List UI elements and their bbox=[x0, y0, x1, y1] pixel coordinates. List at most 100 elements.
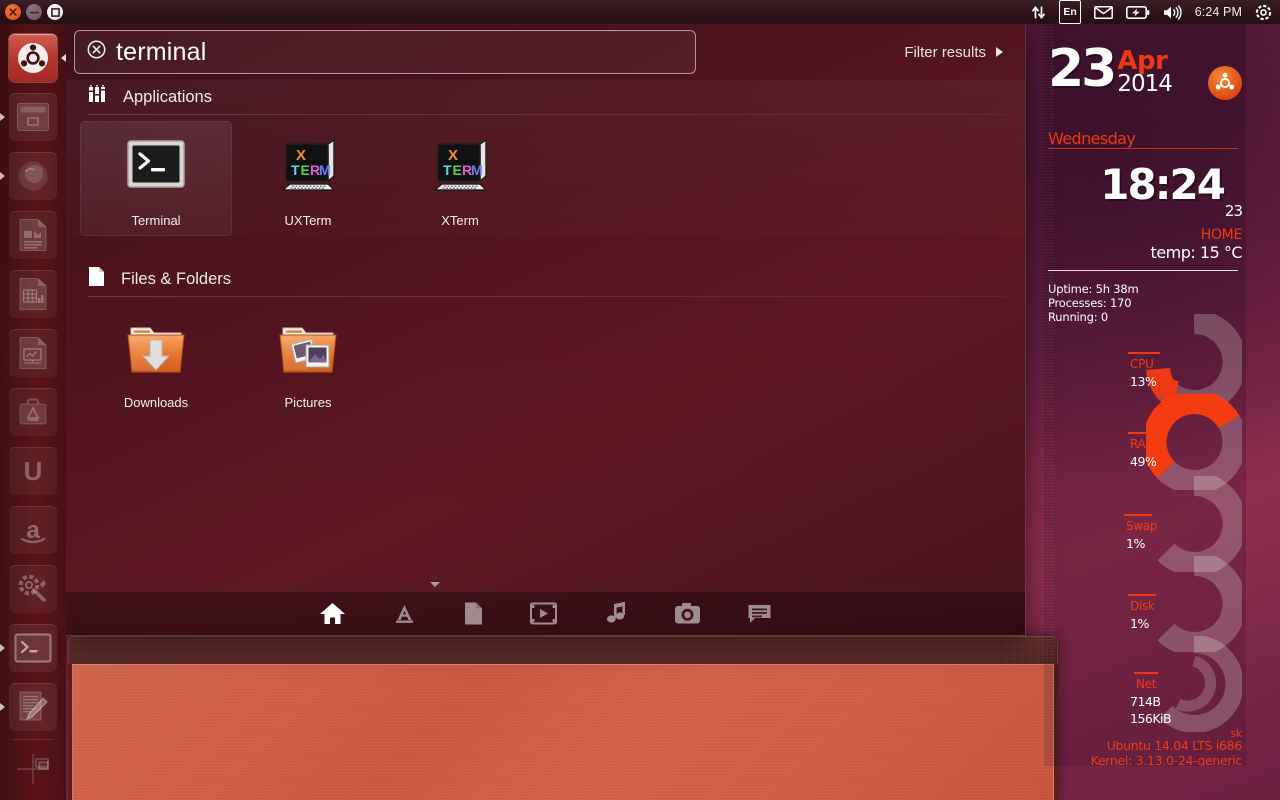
conky-gauge-swap: Swap 1% bbox=[1044, 476, 1242, 558]
category-header-files-and-folders[interactable]: Files & Folders bbox=[66, 262, 1025, 296]
launcher-item-libreoffice-writer[interactable] bbox=[0, 205, 66, 264]
result-label: XTerm bbox=[441, 213, 479, 228]
conky-gauge-value: 49% bbox=[1130, 454, 1156, 469]
dash-lens-bar bbox=[66, 591, 1025, 635]
network-icon[interactable] bbox=[1031, 0, 1046, 24]
launcher-divider bbox=[13, 739, 53, 740]
conky-date: 23 Apr 2014 bbox=[1048, 48, 1172, 96]
unity-launcher: U a bbox=[0, 24, 66, 800]
dash-search-row: terminal Filter results bbox=[66, 24, 1025, 80]
lens-messages[interactable] bbox=[747, 603, 772, 625]
result-item-uxterm[interactable]: X T E R M bbox=[232, 121, 384, 236]
disk-tick bbox=[1128, 594, 1156, 596]
lens-music[interactable] bbox=[603, 601, 628, 626]
lens-applications[interactable] bbox=[392, 601, 417, 626]
conky-year: 2014 bbox=[1117, 73, 1172, 96]
terminal-window-body[interactable] bbox=[72, 664, 1054, 800]
volume-icon[interactable] bbox=[1163, 0, 1182, 24]
background-terminal-window[interactable] bbox=[68, 636, 1058, 800]
conky-uptime: Uptime: 5h 38m bbox=[1048, 282, 1139, 296]
result-label: UXTerm bbox=[285, 213, 332, 228]
result-item-terminal[interactable]: Terminal bbox=[80, 121, 232, 236]
launcher-item-trash[interactable] bbox=[0, 795, 66, 800]
window-controls bbox=[0, 4, 63, 20]
launcher-item-amazon[interactable]: a bbox=[0, 500, 66, 559]
battery-icon[interactable] bbox=[1126, 0, 1150, 24]
lens-home[interactable] bbox=[319, 601, 346, 626]
category-header-applications[interactable]: Applications bbox=[66, 80, 1025, 114]
conky-gauge-value-up: 714B bbox=[1130, 694, 1160, 709]
clear-search-icon[interactable] bbox=[87, 40, 106, 64]
ubuntu-one-icon: U bbox=[9, 447, 57, 495]
chevron-down-icon[interactable] bbox=[430, 582, 440, 587]
launcher-item-ubuntu-software-center[interactable] bbox=[0, 382, 66, 441]
ubuntu-logo-icon bbox=[9, 34, 57, 82]
ram-tick bbox=[1128, 432, 1160, 434]
result-item-downloads[interactable]: Downloads bbox=[80, 303, 232, 418]
minimize-icon[interactable] bbox=[26, 4, 42, 20]
svg-text:a: a bbox=[26, 517, 40, 544]
result-item-xterm[interactable]: X T E R M bbox=[384, 121, 536, 236]
conky-kernel: Kernel: 3.13.0-24-generic bbox=[1091, 753, 1242, 766]
terminal-icon bbox=[9, 624, 57, 672]
clock-indicator[interactable]: 6:24 PM bbox=[1195, 0, 1242, 24]
amazon-icon: a bbox=[9, 506, 57, 554]
svg-text:E: E bbox=[301, 162, 310, 178]
chevron-right-icon bbox=[996, 47, 1003, 57]
conky-divider-2 bbox=[1048, 270, 1238, 271]
conky-gauge-label: Swap bbox=[1126, 519, 1157, 533]
conky-month: Apr bbox=[1117, 50, 1172, 73]
conky-system-monitor: 23 Apr 2014 Wednesday 18:24 23 HOME temp… bbox=[1044, 24, 1246, 766]
result-item-pictures[interactable]: Pictures bbox=[232, 303, 384, 418]
keyboard-layout-indicator[interactable]: En bbox=[1059, 0, 1080, 24]
terminal-window-titlebar[interactable] bbox=[68, 636, 1058, 664]
ubuntu-logo-icon bbox=[1208, 66, 1242, 100]
conky-processes: Processes: 170 bbox=[1048, 296, 1139, 310]
search-input[interactable]: terminal bbox=[74, 30, 696, 74]
launcher-item-firefox[interactable] bbox=[0, 146, 66, 205]
launcher-item-libreoffice-calc[interactable] bbox=[0, 264, 66, 323]
top-panel: En 6:24 PM bbox=[0, 0, 1280, 24]
applications-lens-icon bbox=[88, 85, 107, 109]
conky-month-year: Apr 2014 bbox=[1117, 48, 1172, 96]
launcher-item-text-editor[interactable] bbox=[0, 677, 66, 736]
gear-icon[interactable] bbox=[1255, 0, 1272, 24]
lens-photos[interactable] bbox=[674, 602, 701, 625]
swap-tick bbox=[1124, 514, 1152, 516]
launcher-item-system-settings[interactable] bbox=[0, 559, 66, 618]
conky-day: 23 bbox=[1048, 48, 1114, 91]
svg-text:U: U bbox=[24, 456, 43, 486]
conky-gauge-label: Disk bbox=[1130, 599, 1155, 613]
conky-gauge-label: Net bbox=[1136, 677, 1156, 691]
launcher-item-workspace-switcher[interactable] bbox=[0, 743, 66, 795]
net-tick bbox=[1134, 672, 1158, 674]
launcher-item-ubuntu-dash-home[interactable] bbox=[0, 28, 66, 87]
launcher-running-pip bbox=[0, 113, 5, 121]
launcher-item-terminal[interactable] bbox=[0, 618, 66, 677]
launcher-running-pip bbox=[0, 644, 5, 652]
applications-results-grid: Terminal X T E R M bbox=[66, 115, 1025, 240]
terminal-app-icon bbox=[120, 131, 192, 203]
search-input-value: terminal bbox=[116, 40, 207, 65]
files-results-grid: Downloads bbox=[66, 297, 1025, 422]
lens-files[interactable] bbox=[463, 601, 484, 626]
conky-temperature: temp: 15 °C bbox=[1151, 243, 1242, 262]
dash-results-body: Applications Terminal bbox=[66, 80, 1025, 592]
conky-distro: Ubuntu 14.04 LTS i686 bbox=[1107, 738, 1242, 753]
close-icon[interactable] bbox=[5, 4, 21, 20]
launcher-item-files-nautilus[interactable] bbox=[0, 87, 66, 146]
filter-results-button[interactable]: Filter results bbox=[904, 44, 1003, 61]
folder-pictures-icon bbox=[270, 313, 346, 385]
launcher-item-libreoffice-impress[interactable] bbox=[0, 323, 66, 382]
lens-video[interactable] bbox=[530, 602, 557, 625]
conky-seconds: 23 bbox=[1225, 202, 1242, 220]
libreoffice-impress-icon bbox=[9, 329, 57, 377]
libreoffice-writer-icon bbox=[9, 211, 57, 259]
category-title: Applications bbox=[123, 88, 212, 107]
messaging-icon[interactable] bbox=[1094, 0, 1113, 24]
svg-text:M: M bbox=[471, 162, 483, 178]
launcher-item-ubuntu-one[interactable]: U bbox=[0, 441, 66, 500]
maximize-icon[interactable] bbox=[47, 4, 63, 20]
indicator-area: En 6:24 PM bbox=[1031, 0, 1280, 24]
software-center-icon bbox=[9, 388, 57, 436]
